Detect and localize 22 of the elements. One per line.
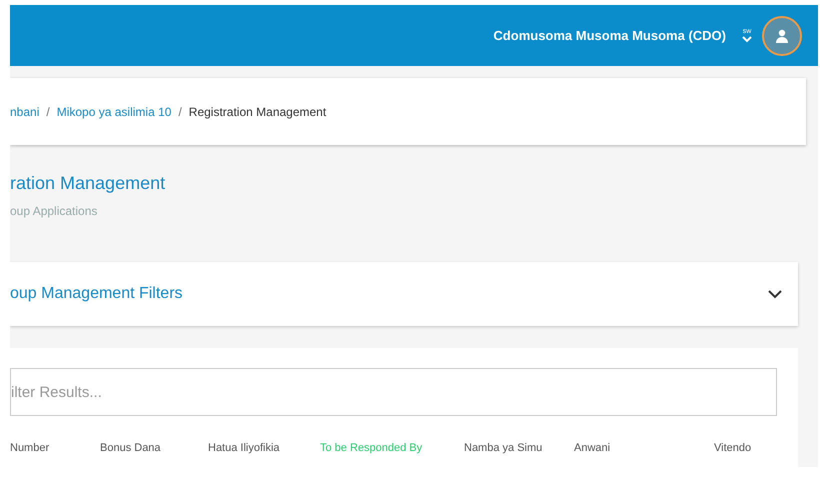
breadcrumb-link[interactable]: nbani [10, 104, 40, 118]
avatar-button[interactable] [762, 16, 802, 56]
person-icon [775, 28, 789, 42]
column-header: Namba ya Simu [464, 442, 544, 454]
column-header: Anwani [574, 442, 612, 454]
column-header: To be Responded By [320, 442, 424, 454]
column-header: Vitendo [714, 442, 752, 454]
filter-field[interactable]: ilter Results... [10, 368, 777, 416]
breadcrumb-separator: / [46, 104, 50, 118]
column-header: Hatua Iliyofikia [208, 442, 281, 454]
filters-title: oup Management Filters [10, 285, 183, 303]
column-header: Number [10, 442, 50, 454]
filters-panel[interactable]: oup Management Filters [10, 262, 798, 326]
breadcrumb-separator: / [178, 104, 182, 118]
breadcrumb-current: Registration Management [188, 104, 326, 118]
user-name: Cdomusoma Musoma Musoma (CDO) [493, 28, 726, 43]
page-subtitle: oup Applications [10, 204, 98, 218]
chevron-icon[interactable] [768, 290, 782, 298]
column-header: Bonus Dana [100, 442, 162, 454]
chevron-down-icon[interactable] [742, 36, 752, 43]
breadcrumb-link[interactable]: Mikopo ya asilimia 10 [56, 104, 172, 118]
page-title: ration Management [10, 173, 166, 194]
